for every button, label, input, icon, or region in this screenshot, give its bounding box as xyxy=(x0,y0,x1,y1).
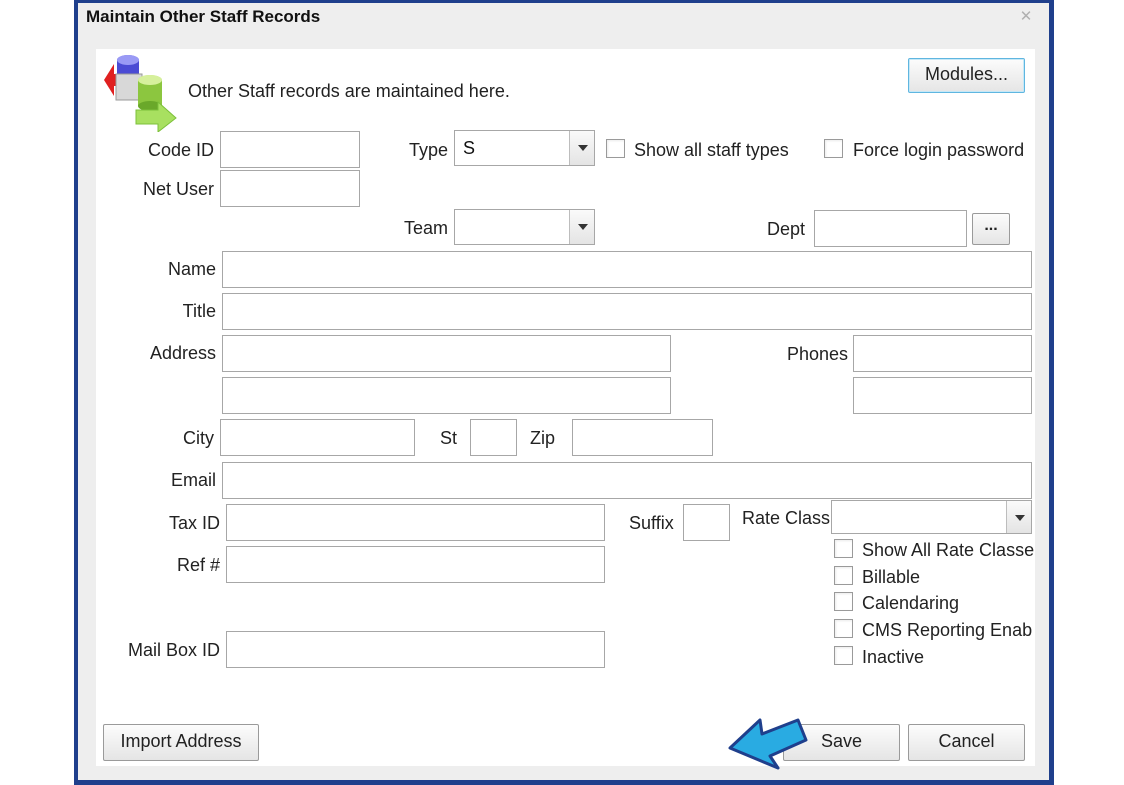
dialog-window: Maintain Other Staff Records ✕ Other Sta… xyxy=(78,3,1049,780)
cms-reporting-checkbox[interactable] xyxy=(834,619,853,638)
net-user-label: Net User xyxy=(142,179,214,199)
force-login-password-checkbox[interactable] xyxy=(824,139,843,158)
net-user-input[interactable] xyxy=(220,170,360,207)
phones-label: Phones xyxy=(787,344,849,364)
st-label: St xyxy=(440,428,458,448)
calendaring-checkbox[interactable] xyxy=(834,592,853,611)
type-selected-value: S xyxy=(463,138,476,158)
phone1-input[interactable] xyxy=(853,335,1032,372)
tax-id-label: Tax ID xyxy=(168,513,220,533)
zip-label: Zip xyxy=(530,428,556,448)
email-label: Email xyxy=(170,470,216,490)
dept-label: Dept xyxy=(767,219,806,239)
phone2-input[interactable] xyxy=(853,377,1032,414)
type-select[interactable]: S xyxy=(454,130,595,166)
close-icon[interactable]: ✕ xyxy=(1018,9,1034,25)
description-text: Other Staff records are maintained here. xyxy=(188,81,510,101)
address-line1-input[interactable] xyxy=(222,335,671,372)
title-bar: Maintain Other Staff Records ✕ xyxy=(78,3,1049,31)
rate-class-select[interactable] xyxy=(831,500,1032,534)
city-label: City xyxy=(183,428,214,448)
chevron-down-icon[interactable] xyxy=(569,131,594,165)
chevron-down-icon[interactable] xyxy=(569,210,594,244)
code-id-input[interactable] xyxy=(220,131,360,168)
address-label: Address xyxy=(149,343,216,363)
name-label: Name xyxy=(167,259,216,279)
chevron-down-icon[interactable] xyxy=(1006,501,1031,533)
dept-input[interactable] xyxy=(814,210,967,247)
team-select[interactable] xyxy=(454,209,595,245)
show-all-rate-classes-label: Show All Rate Classe xyxy=(862,540,1035,560)
mail-box-id-input[interactable] xyxy=(226,631,605,668)
tax-id-input[interactable] xyxy=(226,504,605,541)
mail-box-id-label: Mail Box ID xyxy=(127,640,220,660)
title-input[interactable] xyxy=(222,293,1032,330)
address-line2-input[interactable] xyxy=(222,377,671,414)
email-input[interactable] xyxy=(222,462,1032,499)
city-input[interactable] xyxy=(220,419,415,456)
show-all-staff-types-checkbox[interactable] xyxy=(606,139,625,158)
show-all-rate-classes-checkbox[interactable] xyxy=(834,539,853,558)
state-input[interactable] xyxy=(470,419,517,456)
calendaring-label: Calendaring xyxy=(862,593,960,613)
billable-checkbox[interactable] xyxy=(834,566,853,585)
window-title: Maintain Other Staff Records xyxy=(86,7,321,26)
ref-label: Ref # xyxy=(176,555,220,575)
inactive-label: Inactive xyxy=(862,647,925,667)
import-address-button[interactable]: Import Address xyxy=(103,724,259,761)
name-input[interactable] xyxy=(222,251,1032,288)
cancel-button[interactable]: Cancel xyxy=(908,724,1025,761)
suffix-label: Suffix xyxy=(629,513,674,533)
suffix-input[interactable] xyxy=(683,504,730,541)
form-panel: Other Staff records are maintained here.… xyxy=(96,49,1035,766)
ref-input[interactable] xyxy=(226,546,605,583)
database-sync-icon xyxy=(104,55,177,132)
type-label: Type xyxy=(409,140,449,160)
pointer-arrow-icon xyxy=(728,718,808,770)
zip-input[interactable] xyxy=(572,419,713,456)
code-id-label: Code ID xyxy=(147,140,214,160)
show-all-staff-types-label: Show all staff types xyxy=(634,140,789,160)
title-label: Title xyxy=(182,301,216,321)
billable-label: Billable xyxy=(862,567,921,587)
team-label: Team xyxy=(404,218,449,238)
inactive-checkbox[interactable] xyxy=(834,646,853,665)
modules-button[interactable]: Modules... xyxy=(908,58,1025,93)
force-login-password-label: Force login password xyxy=(853,140,1025,160)
dept-browse-button[interactable]: ... xyxy=(972,213,1010,245)
cms-reporting-label: CMS Reporting Enab xyxy=(862,620,1033,640)
rate-class-label: Rate Class xyxy=(742,508,831,528)
